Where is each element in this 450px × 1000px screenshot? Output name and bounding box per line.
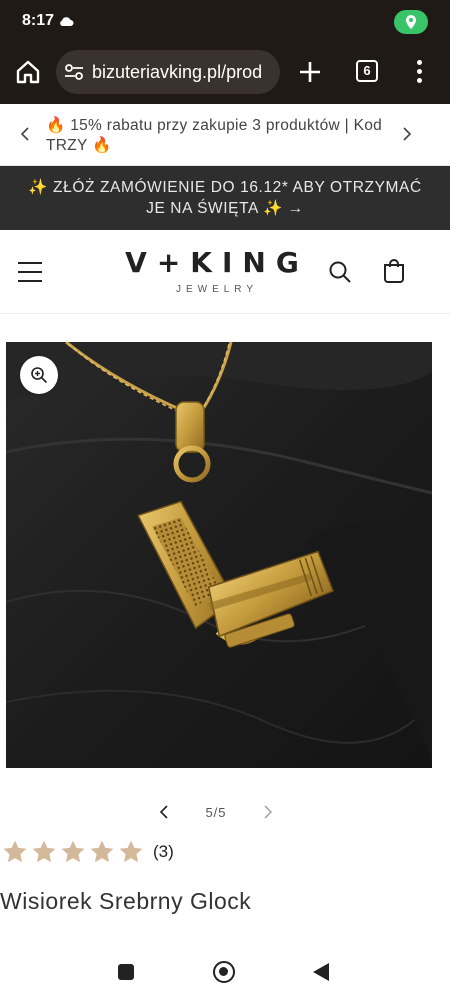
product-title: Wisiorek Srebrny Glock bbox=[0, 888, 252, 914]
home-icon[interactable] bbox=[14, 58, 42, 86]
site-header: V+KING JEWELRY bbox=[0, 230, 450, 314]
search-icon[interactable] bbox=[328, 260, 352, 284]
chevron-right-icon[interactable] bbox=[262, 804, 274, 820]
review-count[interactable]: (3) bbox=[153, 842, 174, 862]
chevron-left-icon[interactable] bbox=[18, 126, 32, 142]
system-nav-bar bbox=[0, 940, 450, 1000]
home-button[interactable] bbox=[213, 961, 235, 983]
url-bar-row: bizuteriavking.pl/prod 6 bbox=[0, 46, 450, 100]
zoom-button[interactable] bbox=[20, 356, 58, 394]
browser-chrome: 8:17 bizuteriavking.pl/prod 6 bbox=[0, 0, 450, 104]
tune-icon[interactable] bbox=[64, 63, 84, 81]
back-button[interactable] bbox=[313, 963, 329, 981]
logo-main: V+KING bbox=[125, 246, 309, 279]
pager-count: 5/5 bbox=[205, 805, 227, 820]
star-icon bbox=[3, 840, 27, 863]
product-image[interactable] bbox=[6, 342, 432, 768]
star-icon bbox=[119, 840, 143, 863]
location-indicator bbox=[394, 10, 428, 34]
star-icon bbox=[90, 840, 114, 863]
more-vert-icon[interactable] bbox=[414, 60, 424, 84]
gallery-pager: 5/5 bbox=[0, 796, 450, 828]
promo-bar: 🔥 15% rabatu przy zakupie 3 produktów | … bbox=[0, 104, 450, 166]
url-text[interactable]: bizuteriavking.pl/prod bbox=[92, 62, 262, 83]
logo[interactable]: V+KING JEWELRY bbox=[122, 246, 312, 298]
recents-button[interactable] bbox=[118, 964, 134, 980]
new-tab-icon[interactable] bbox=[296, 58, 324, 86]
star-rating bbox=[2, 839, 144, 865]
star-icon bbox=[32, 840, 56, 863]
status-time: 8:17 bbox=[22, 12, 55, 29]
star-icon bbox=[61, 840, 85, 863]
chevron-right-icon[interactable] bbox=[400, 126, 414, 142]
location-icon bbox=[406, 15, 416, 29]
status-bar: 8:17 bbox=[0, 0, 450, 44]
tabs-button[interactable]: 6 bbox=[356, 60, 378, 82]
announcement-text[interactable]: ✨ ZŁÓŻ ZAMÓWIENIE DO 16.12* ABY OTRZYMAĆ… bbox=[20, 177, 430, 219]
chevron-left-icon[interactable] bbox=[158, 804, 170, 820]
announcement-bar[interactable]: ✨ ZŁÓŻ ZAMÓWIENIE DO 16.12* ABY OTRZYMAĆ… bbox=[0, 166, 450, 230]
logo-sub: JEWELRY bbox=[175, 284, 259, 295]
zoom-in-icon bbox=[31, 367, 48, 384]
hamburger-icon[interactable] bbox=[18, 262, 42, 282]
bag-icon[interactable] bbox=[382, 258, 406, 284]
product-rating[interactable]: (3) bbox=[0, 838, 300, 868]
cloud-icon bbox=[60, 17, 74, 26]
address-bar[interactable]: bizuteriavking.pl/prod bbox=[56, 50, 280, 94]
promo-text: 🔥 15% rabatu przy zakupie 3 produktów | … bbox=[46, 117, 383, 154]
